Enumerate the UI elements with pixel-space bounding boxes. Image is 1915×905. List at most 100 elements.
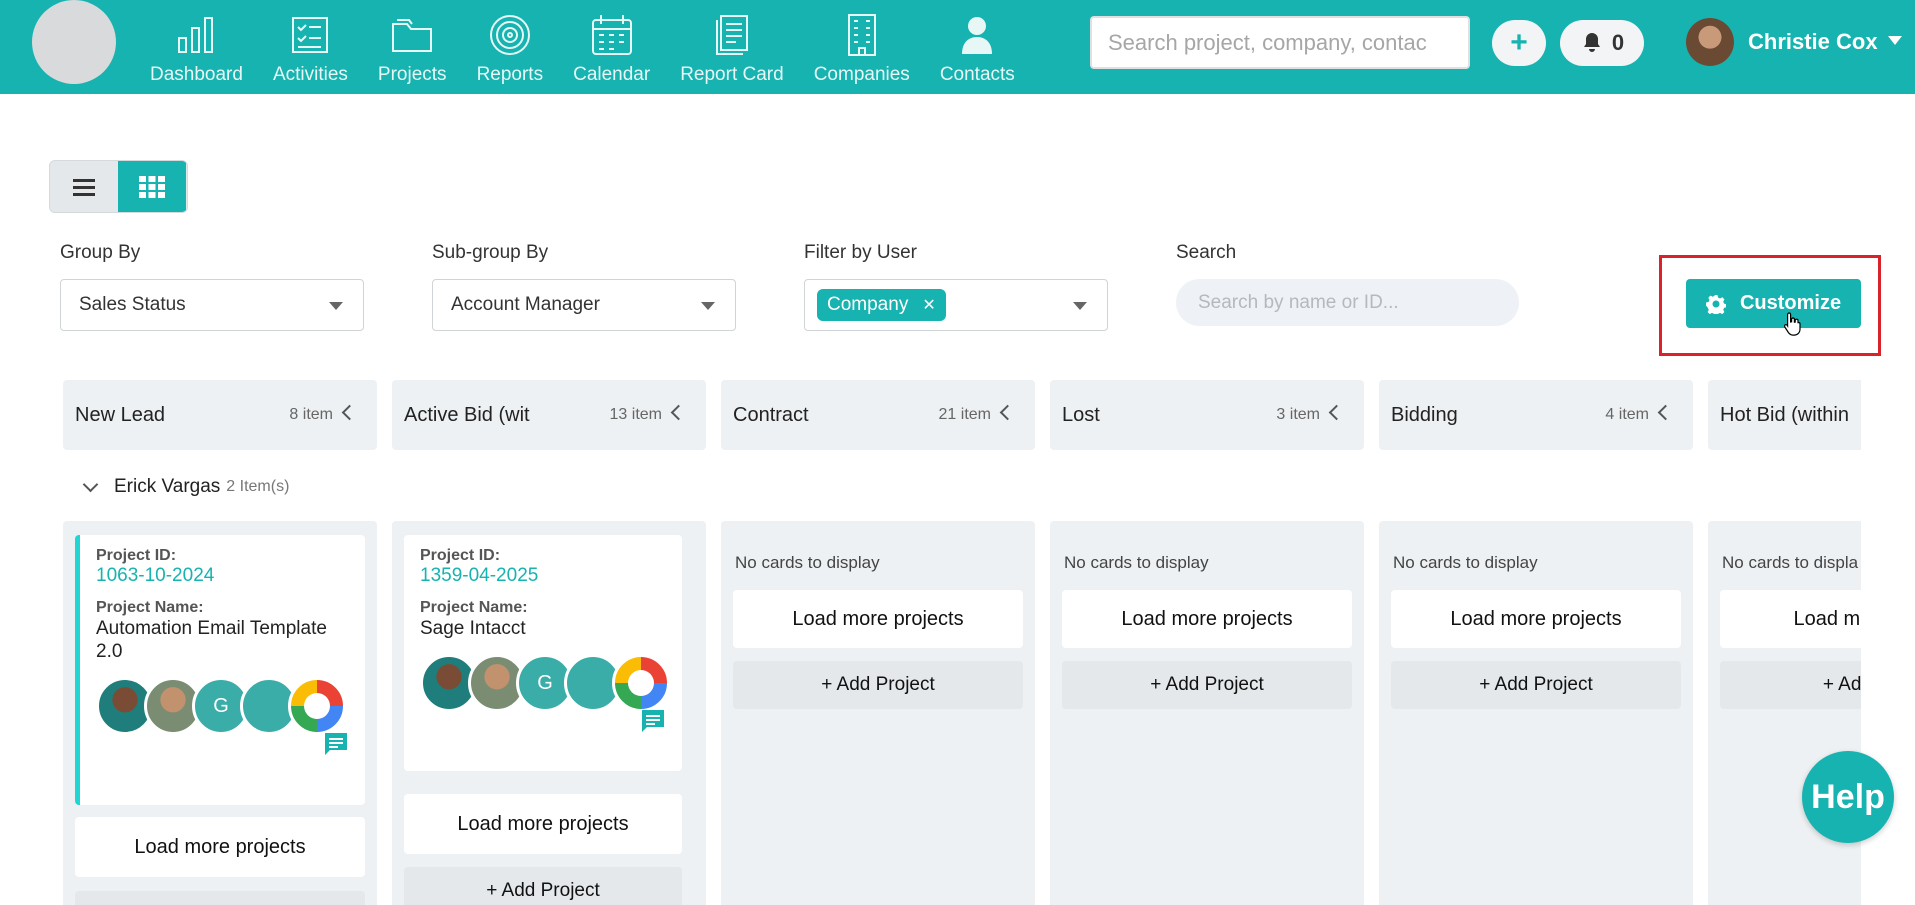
board-search-input[interactable] — [1176, 279, 1519, 326]
subgroup-by-label: Sub-group By — [432, 242, 549, 263]
subgroup-by-select[interactable]: Account Manager — [432, 279, 736, 331]
load-more-button[interactable]: Load more projects — [404, 794, 682, 854]
nav-companies[interactable]: Companies — [814, 0, 910, 94]
plus-icon: + — [1510, 26, 1528, 59]
chevron-down-icon[interactable] — [82, 476, 99, 492]
nav-label: Projects — [377, 64, 447, 85]
add-project-button[interactable]: + Add Project — [404, 867, 682, 905]
company-logo[interactable] — [32, 0, 116, 84]
main-nav: Dashboard Activities Projects Reports Ca… — [150, 0, 1045, 94]
customize-button[interactable]: Customize — [1686, 279, 1861, 328]
nav-projects[interactable]: Projects — [378, 0, 447, 94]
person-icon — [962, 17, 993, 54]
column-header-new-lead[interactable]: New Lead 8 item — [63, 380, 377, 450]
chevron-left-icon[interactable] — [670, 404, 687, 421]
project-card[interactable]: Project ID: 1063-10-2024 Project Name: A… — [75, 535, 365, 805]
column-count: 8 item — [289, 406, 333, 423]
user-name[interactable]: Christie Cox — [1748, 29, 1878, 55]
folder-icon — [392, 19, 433, 52]
column-header-contract[interactable]: Contract 21 item — [721, 380, 1035, 450]
load-more-button[interactable]: Load more projects — [1391, 590, 1681, 648]
add-project-button[interactable]: + Add Project — [1391, 661, 1681, 709]
nav-contacts[interactable]: Contacts — [940, 0, 1015, 94]
grid-view-button[interactable] — [118, 161, 186, 212]
comment-icon[interactable] — [640, 708, 666, 734]
chevron-down-icon — [701, 302, 715, 310]
add-new-button[interactable]: + — [1492, 20, 1546, 66]
column-title: Active Bid (wit — [404, 403, 530, 426]
column-title: Lost — [1062, 403, 1100, 426]
google-icon[interactable] — [612, 654, 670, 712]
empty-message: No cards to display — [1393, 553, 1538, 572]
avatar-initial: G — [537, 671, 553, 694]
group-by-label: Group By — [60, 242, 141, 263]
add-project-button[interactable]: + Add Project — [75, 891, 365, 905]
help-button[interactable]: Help — [1802, 751, 1894, 843]
view-toggle — [49, 160, 188, 213]
gear-icon — [1705, 294, 1726, 314]
project-name: Sage Intacct — [420, 618, 526, 639]
chevron-left-icon[interactable] — [1328, 404, 1345, 421]
project-card[interactable]: Project ID: 1359-04-2025 Project Name: S… — [404, 535, 682, 771]
notification-count: 0 — [1611, 30, 1625, 55]
nav-report-card[interactable]: Report Card — [680, 0, 784, 94]
column-header-lost[interactable]: Lost 3 item — [1050, 380, 1364, 450]
list-view-button[interactable] — [50, 161, 118, 212]
grid-icon — [139, 175, 165, 198]
column-body-new-lead: Project ID: 1063-10-2024 Project Name: A… — [63, 521, 377, 905]
chevron-down-icon — [329, 302, 343, 310]
load-more-button[interactable]: Load more projects — [1062, 590, 1352, 648]
user-menu-caret-icon[interactable] — [1888, 36, 1902, 45]
subgroup-count: 2 Item(s) — [226, 478, 290, 495]
add-project-button[interactable]: + Add Project — [1062, 661, 1352, 709]
chevron-down-icon — [1073, 302, 1087, 310]
load-more-button[interactable]: Load more projects — [733, 590, 1023, 648]
document-icon — [715, 15, 748, 55]
assignee-avatars: G — [96, 677, 349, 735]
add-project-button[interactable]: + Add Project — [733, 661, 1023, 709]
column-count: 4 item — [1605, 406, 1649, 423]
list-icon — [73, 178, 95, 196]
chip-remove-icon[interactable]: ✕ — [922, 295, 935, 315]
filter-user-select[interactable]: Company ✕ — [804, 279, 1108, 331]
chevron-left-icon[interactable] — [999, 404, 1016, 421]
column-header-hot-bid[interactable]: Hot Bid (within — [1708, 380, 1861, 450]
project-name-label: Project Name: — [96, 599, 204, 616]
column-count: 21 item — [938, 406, 991, 423]
load-more-button[interactable]: Load more projects — [75, 817, 365, 877]
column-title: New Lead — [75, 403, 166, 426]
column-header-bidding[interactable]: Bidding 4 item — [1379, 380, 1693, 450]
load-more-button[interactable]: Load mor — [1720, 590, 1861, 648]
subgroup-by-value: Account Manager — [451, 294, 600, 315]
filter-user-label: Filter by User — [804, 242, 917, 263]
subgroup-name: Erick Vargas — [114, 476, 221, 497]
global-search-input[interactable] — [1090, 16, 1470, 69]
user-avatar[interactable] — [1686, 18, 1734, 66]
notifications-button[interactable]: 0 — [1560, 20, 1644, 66]
add-project-button[interactable]: + Add — [1720, 661, 1861, 709]
filter-chip-company: Company ✕ — [817, 289, 946, 321]
nav-label: Calendar — [573, 64, 651, 85]
column-header-active-bid[interactable]: Active Bid (wit 13 item — [392, 380, 706, 450]
chevron-left-icon[interactable] — [1657, 404, 1674, 421]
group-by-select[interactable]: Sales Status — [60, 279, 364, 331]
building-icon — [847, 14, 876, 56]
chevron-left-icon[interactable] — [341, 404, 358, 421]
project-id-label: Project ID: — [96, 547, 177, 564]
nav-activities[interactable]: Activities — [273, 0, 348, 94]
column-body-lost: No cards to display Load more projects +… — [1050, 521, 1364, 905]
checklist-icon — [292, 17, 329, 53]
comment-icon[interactable] — [323, 731, 349, 757]
project-id-label: Project ID: — [420, 547, 501, 564]
nav-dashboard[interactable]: Dashboard — [150, 0, 243, 94]
avatar-initial: G — [213, 694, 229, 717]
kanban-board: New Lead 8 item Active Bid (wit 13 item … — [63, 380, 1861, 905]
project-id[interactable]: 1359-04-2025 — [420, 565, 666, 587]
nav-reports[interactable]: Reports — [477, 0, 543, 94]
google-icon[interactable] — [288, 677, 346, 735]
subgroup-header[interactable]: Erick Vargas 2 Item(s) — [82, 476, 290, 498]
top-navigation-bar: Dashboard Activities Projects Reports Ca… — [0, 0, 1915, 94]
nav-calendar[interactable]: Calendar — [573, 0, 650, 94]
project-id[interactable]: 1063-10-2024 — [96, 565, 349, 587]
nav-label: Activities — [272, 64, 348, 85]
